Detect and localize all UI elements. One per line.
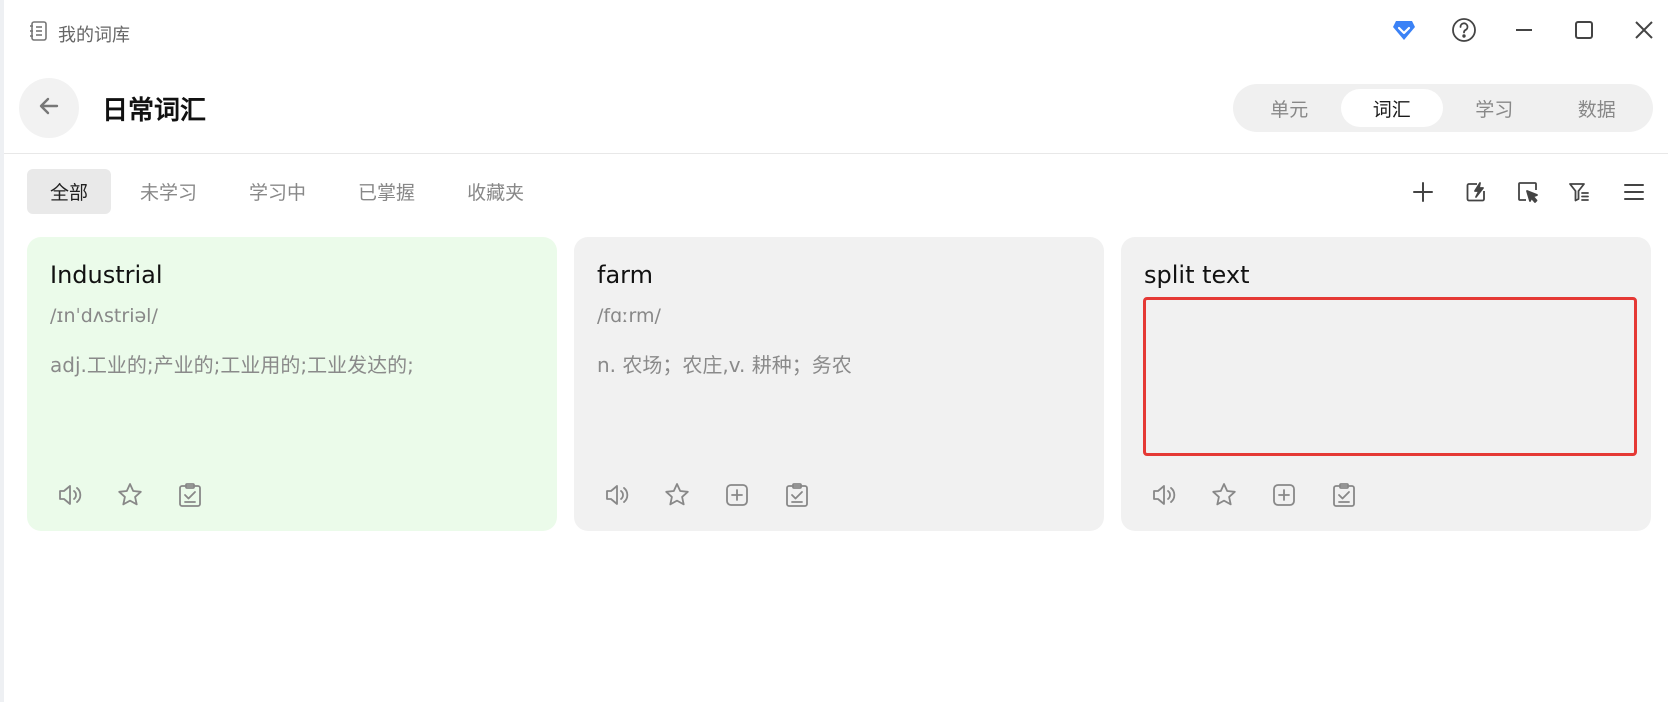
clipboard-check-icon[interactable] (1328, 479, 1360, 511)
help-icon[interactable] (1448, 14, 1480, 46)
card-actions (1121, 479, 1651, 511)
header-divider (4, 153, 1668, 154)
close-icon[interactable] (1628, 14, 1660, 46)
view-segmented-control: 单元 词汇 学习 数据 (1233, 84, 1653, 132)
maximize-icon[interactable] (1568, 14, 1600, 46)
star-icon[interactable] (1208, 479, 1240, 511)
tab-favorites[interactable]: 收藏夹 (444, 169, 547, 214)
clipboard-check-icon[interactable] (174, 479, 206, 511)
quick-edit-icon[interactable] (1458, 174, 1494, 210)
definition-text: n. 农场；农庄,v. 耕种；务农 (597, 353, 852, 377)
app-title-text: 我的词库 (58, 24, 130, 46)
word-card[interactable]: split text (1121, 237, 1651, 531)
word-card[interactable]: Industrial /ɪnˈdʌstriəl/ adj.工业的;产业的;工业用… (27, 237, 557, 531)
clipboard-check-icon[interactable] (781, 479, 813, 511)
title-bar: 我的词库 (0, 0, 1668, 60)
filter-tabs: 全部 未学习 学习中 已掌握 收藏夹 (27, 169, 553, 214)
arrow-left-icon (37, 94, 61, 122)
segment-vocabulary[interactable]: 词汇 (1340, 89, 1443, 127)
card-actions (574, 479, 1104, 511)
word-text: farm (597, 261, 653, 289)
segment-data[interactable]: 数据 (1546, 89, 1649, 127)
tab-all[interactable]: 全部 (27, 169, 112, 214)
add-box-icon[interactable] (1268, 479, 1300, 511)
phonetic-text: /fɑːrm/ (597, 305, 661, 327)
tab-mastered[interactable]: 已掌握 (335, 169, 438, 214)
tab-learning[interactable]: 学习中 (226, 169, 329, 214)
page-title: 日常词汇 (102, 96, 207, 126)
select-icon[interactable] (1510, 174, 1546, 210)
word-text: Industrial (50, 261, 163, 289)
add-icon[interactable] (1405, 174, 1441, 210)
vip-diamond-icon[interactable] (1388, 14, 1420, 46)
minimize-icon[interactable] (1508, 14, 1540, 46)
speaker-icon[interactable] (1148, 479, 1180, 511)
add-box-icon[interactable] (721, 479, 753, 511)
star-icon[interactable] (114, 479, 146, 511)
speaker-icon[interactable] (54, 479, 86, 511)
window-left-edge (0, 0, 4, 702)
word-text: split text (1144, 261, 1250, 289)
filter-icon[interactable] (1561, 174, 1597, 210)
speaker-icon[interactable] (601, 479, 633, 511)
card-actions (27, 479, 557, 511)
tab-unlearned[interactable]: 未学习 (117, 169, 220, 214)
segment-study[interactable]: 学习 (1443, 89, 1546, 127)
word-card[interactable]: farm /fɑːrm/ n. 农场；农庄,v. 耕种；务农 (574, 237, 1104, 531)
star-icon[interactable] (661, 479, 693, 511)
definition-text: adj.工业的;产业的;工业用的;工业发达的; (50, 353, 414, 377)
app-title: 我的词库 (28, 20, 130, 47)
menu-icon[interactable] (1616, 174, 1652, 210)
notebook-icon (28, 20, 50, 47)
segment-unit[interactable]: 单元 (1238, 89, 1341, 127)
highlight-box (1143, 297, 1637, 456)
back-button[interactable] (19, 78, 79, 138)
phonetic-text: /ɪnˈdʌstriəl/ (50, 305, 158, 327)
